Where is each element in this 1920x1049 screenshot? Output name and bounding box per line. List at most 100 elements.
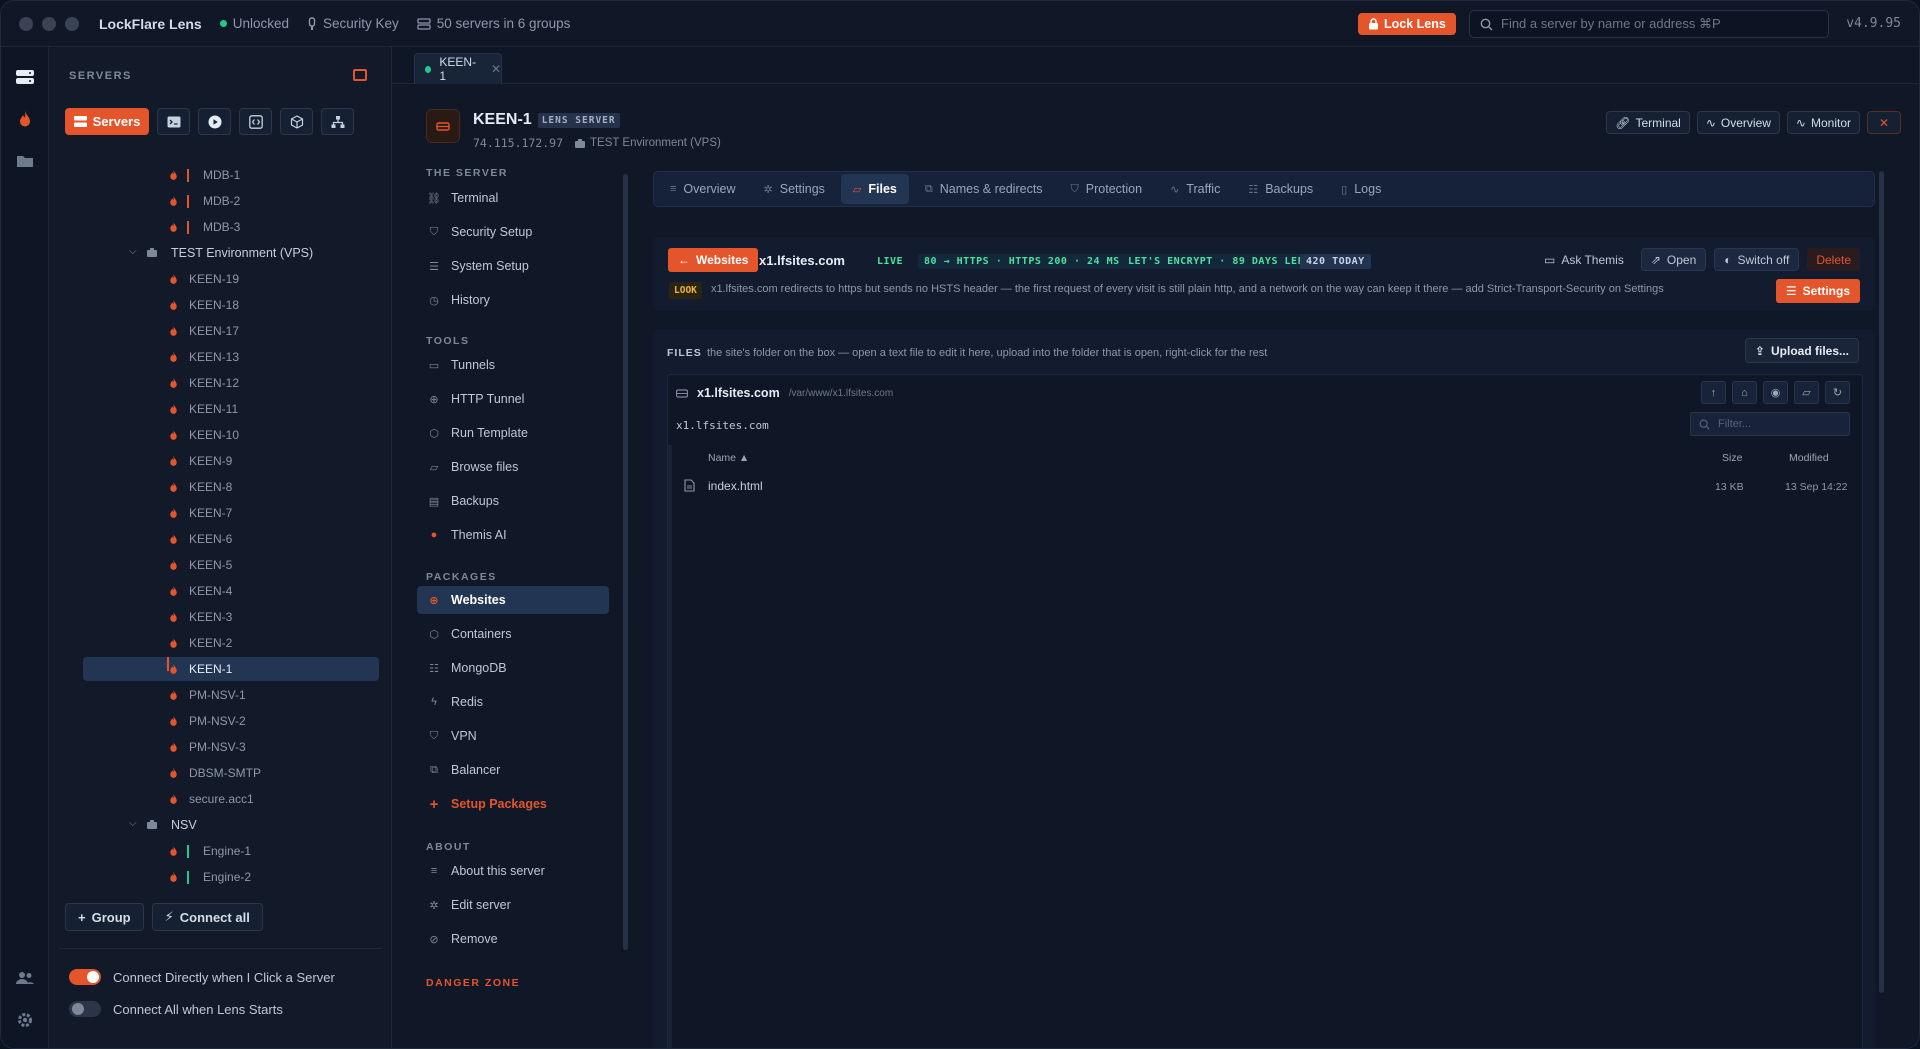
tab-backups[interactable]: ☷ Backups	[1236, 174, 1325, 204]
close-window-button[interactable]	[19, 16, 33, 31]
nav-browse-files[interactable]: ▱ Browse files	[417, 453, 609, 481]
server-row[interactable]: KEEN-9	[83, 449, 379, 473]
server-row[interactable]: KEEN-7	[83, 501, 379, 525]
nav-balancer[interactable]: ⧉ Balancer	[417, 756, 609, 784]
server-row[interactable]: MDB-1	[83, 163, 379, 187]
server-row[interactable]: KEEN-8	[83, 475, 379, 499]
breadcrumb[interactable]: x1.lfsites.com	[676, 419, 769, 432]
server-row[interactable]: KEEN-19	[83, 267, 379, 291]
upload-files-button[interactable]: ⇪ Upload files...	[1744, 338, 1859, 363]
nav-vpn[interactable]: ⛉ VPN	[417, 722, 609, 750]
nav-containers[interactable]: ⬡ Containers	[417, 620, 609, 648]
filter-input[interactable]: Filter...	[1690, 412, 1850, 436]
maximize-window-button[interactable]	[65, 16, 79, 31]
overview-button[interactable]: ∿ Overview	[1696, 111, 1780, 134]
connect-all-start-toggle-row[interactable]: Connect All when Lens Starts	[69, 1001, 283, 1017]
network-filter-button[interactable]	[321, 108, 354, 135]
site-settings-button[interactable]: ☰ Settings	[1775, 279, 1860, 303]
server-row[interactable]: KEEN-11	[83, 397, 379, 421]
lock-lens-button[interactable]: Lock Lens	[1358, 13, 1456, 35]
delete-site-button[interactable]: Delete	[1807, 248, 1860, 271]
nav-remove[interactable]: ⊘ Remove	[417, 925, 609, 953]
code-filter-button[interactable]	[239, 108, 272, 135]
server-row[interactable]: DBSM-SMTP	[83, 761, 379, 785]
server-row[interactable]: KEEN-18	[83, 293, 379, 317]
nav-history[interactable]: ◷ History	[417, 286, 609, 314]
nav-edit-server[interactable]: ✲ Edit server	[417, 891, 609, 919]
server-row[interactable]: KEEN-3	[83, 605, 379, 629]
servers-rail-icon[interactable]	[14, 66, 36, 88]
server-group-row[interactable]: ⌵NSVϟ	[83, 813, 379, 837]
close-tab-icon[interactable]: ✕	[491, 62, 501, 76]
connect-directly-toggle-row[interactable]: Connect Directly when I Click a Server	[69, 969, 335, 985]
settings-gear-icon[interactable]	[14, 1009, 36, 1031]
server-row[interactable]: KEEN-6	[83, 527, 379, 551]
nav-scrollbar[interactable]	[623, 174, 628, 950]
server-row[interactable]: KEEN-10	[83, 423, 379, 447]
server-row[interactable]: KEEN-17	[83, 319, 379, 343]
nav-security-setup[interactable]: ⛉ Security Setup	[417, 218, 609, 246]
nav-themis-ai[interactable]: ● Themis AI	[417, 521, 609, 549]
nav-mongodb[interactable]: ☷ MongoDB	[417, 654, 609, 682]
column-name[interactable]: Name ▲	[708, 452, 749, 464]
flame-rail-icon[interactable]	[14, 108, 36, 130]
add-group-button[interactable]: + Group	[65, 903, 144, 931]
nav-backups[interactable]: ▤ Backups	[417, 487, 609, 515]
tab-settings[interactable]: ✲ Settings	[752, 174, 837, 204]
monitor-button[interactable]: ∿ Monitor	[1786, 111, 1860, 134]
nav-about-server[interactable]: ≡ About this server	[417, 857, 609, 885]
go-up-button[interactable]: ↑	[1701, 381, 1726, 404]
nav-terminal[interactable]: ⛓ Terminal	[417, 184, 609, 212]
tab-traffic[interactable]: ∿ Traffic	[1158, 174, 1232, 204]
new-folder-button[interactable]: ▱	[1794, 381, 1819, 404]
open-site-button[interactable]: ⇗ Open	[1640, 248, 1707, 271]
back-to-websites-button[interactable]: ← Websites	[668, 248, 759, 272]
nav-run-template[interactable]: ⬡ Run Template	[417, 419, 609, 447]
tab-protection[interactable]: ⛉ Protection	[1059, 174, 1155, 204]
tab-logs[interactable]: ▯ Logs	[1329, 174, 1393, 204]
nav-system-setup[interactable]: ☰ System Setup	[417, 252, 609, 280]
nav-tunnels[interactable]: ▭ Tunnels	[417, 351, 609, 379]
nav-websites[interactable]: ⊕ Websites	[417, 586, 609, 614]
panel-scrollbar[interactable]	[1879, 171, 1884, 993]
column-modified[interactable]: Modified	[1789, 452, 1829, 464]
server-row[interactable]: KEEN-2	[83, 631, 379, 655]
server-row[interactable]: Engine-2	[83, 865, 379, 889]
minimize-window-button[interactable]	[42, 16, 56, 31]
package-filter-button[interactable]	[280, 108, 313, 135]
tab-files[interactable]: ▱ Files	[840, 174, 909, 204]
show-hidden-button[interactable]: ◉	[1763, 381, 1788, 404]
connect-all-button[interactable]: ⚡ Connect all	[151, 903, 263, 931]
server-row[interactable]: KEEN-12	[83, 371, 379, 395]
switch-off-button[interactable]: ◐ Switch off	[1714, 248, 1800, 271]
server-group-row[interactable]: ⌵TEST Environment (VPS)ϟ	[83, 241, 379, 265]
server-row[interactable]: PM-NSV-1	[83, 683, 379, 707]
table-row[interactable]: index.html 13 KB 13 Sep 14:22	[672, 472, 1858, 500]
server-row[interactable]: Engine-1	[83, 839, 379, 863]
tab-overview[interactable]: ≡ Overview	[658, 174, 748, 204]
home-button[interactable]: ⌂	[1732, 381, 1757, 404]
terminal-filter-button[interactable]	[157, 108, 190, 135]
ask-themis-button[interactable]: ▭ Ask Themis	[1535, 248, 1633, 271]
tab-names-redirects[interactable]: ⧉ Names & redirects	[913, 174, 1055, 204]
nav-setup-packages[interactable]: + Setup Packages	[417, 790, 609, 818]
close-server-button[interactable]: ✕	[1867, 111, 1901, 134]
server-row[interactable]: KEEN-13	[83, 345, 379, 369]
connect-directly-toggle[interactable]	[69, 969, 101, 985]
sidebar-collapse-icon[interactable]	[353, 69, 367, 81]
connect-all-start-toggle[interactable]	[69, 1001, 101, 1017]
nav-http-tunnel[interactable]: ⊕ HTTP Tunnel	[417, 385, 609, 413]
server-row[interactable]: PM-NSV-3	[83, 735, 379, 759]
server-row[interactable]: MDB-3	[83, 215, 379, 239]
servers-filter-button[interactable]: Servers	[65, 108, 149, 135]
nav-redis[interactable]: ϟ Redis	[417, 688, 609, 716]
server-row[interactable]: PM-NSV-2	[83, 709, 379, 733]
users-rail-icon[interactable]	[14, 967, 36, 989]
server-row[interactable]: KEEN-1	[83, 657, 379, 681]
server-search-input[interactable]: Find a server by name or address ⌘P	[1469, 10, 1829, 38]
server-row[interactable]: MDB-2	[83, 189, 379, 213]
chevron-down-icon[interactable]: ⌵	[129, 818, 137, 829]
terminal-button[interactable]: 🔗︎ Terminal	[1606, 111, 1690, 134]
chevron-down-icon[interactable]: ⌵	[129, 246, 137, 257]
server-row[interactable]: secure.acc1	[83, 787, 379, 811]
